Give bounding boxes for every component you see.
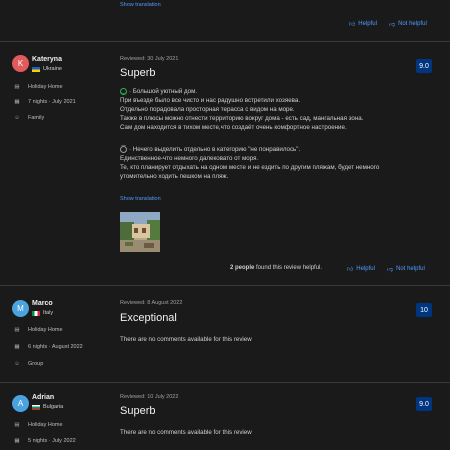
not-helpful-button[interactable]: 👎︎ Not helpful [389,20,427,28]
helpful-button[interactable]: 👍︎ Helpful [349,20,377,28]
calendar-icon: ▦ [14,344,20,350]
helpful-count: 2 people found this review helpful. [230,265,323,271]
family-icon: ☺ [14,115,20,121]
ukraine-flag-icon [32,66,40,72]
thumbs-down-icon: 👎︎ [389,22,396,28]
positive-comment: ‿ · Большой уютный дом. При въезде было в… [120,87,364,131]
stay-duration: ▦ 7 nights · July 2021 [12,98,75,106]
room-type: ▤ Holiday Home [12,421,62,429]
frown-icon: ⁀ [120,145,127,153]
show-translation-link[interactable]: Show translation [120,196,161,202]
reviewer-name: Marco [32,300,53,307]
stay-duration: ▦ 5 nights · July 2022 [12,437,75,445]
reviewer-name: Kateryna [32,56,62,63]
group-icon: ☺ [14,361,20,367]
review-date: Reviewed: 30 July 2021 [120,56,179,62]
smile-icon: ‿ [120,87,127,95]
divider [0,285,450,286]
not-helpful-button[interactable]: 👎︎ Not helpful [387,265,425,273]
italy-flag-icon [32,310,40,316]
reviewer-country: Bulgaria [32,404,63,410]
thumbs-up-icon: 👍︎ [349,22,356,28]
bulgaria-flag-icon [32,404,40,410]
review-photo[interactable] [120,212,160,252]
thumbs-up-icon: 👍︎ [347,267,354,273]
review-date: Reviewed: 8 August 2022 [120,300,183,306]
review-title: Exceptional [120,312,177,324]
avatar: A [12,395,29,412]
thumbs-down-icon: 👎︎ [387,267,394,273]
calendar-icon: ▦ [14,99,20,105]
reviewer-country: Italy [32,310,53,316]
show-translation-link[interactable]: Show translation [120,2,161,8]
room-type: ▤ Holiday Home [12,83,62,91]
negative-comment: ⁀ · Нечего выделить отдельно в категорию … [120,145,380,180]
avatar: M [12,300,29,317]
room-type: ▤ Holiday Home [12,326,62,334]
house-photo-thumbnail [120,212,160,252]
review-title: Superb [120,405,156,417]
bed-icon: ▤ [14,84,20,90]
score-badge: 9.0 [416,397,432,411]
no-comments-text: There are no comments available for this… [120,336,252,343]
avatar: K [12,55,29,72]
helpful-button[interactable]: 👍︎ Helpful [347,265,375,273]
bed-icon: ▤ [14,327,20,333]
stay-duration: ▦ 6 nights · August 2022 [12,343,82,351]
calendar-icon: ▦ [14,438,20,444]
traveler-type: ☺ Family [12,114,44,122]
reviewer-name: Adrian [32,394,55,401]
divider [0,41,450,42]
score-badge: 10 [416,303,432,317]
review-title: Superb [120,67,156,79]
score-badge: 9.0 [416,59,432,73]
bed-icon: ▤ [14,422,20,428]
traveler-type: ☺ Group [12,360,43,368]
divider [0,382,450,383]
reviewer-country: Ukraine [32,66,62,72]
no-comments-text: There are no comments available for this… [120,429,252,436]
review-date: Reviewed: 10 July 2022 [120,394,179,400]
